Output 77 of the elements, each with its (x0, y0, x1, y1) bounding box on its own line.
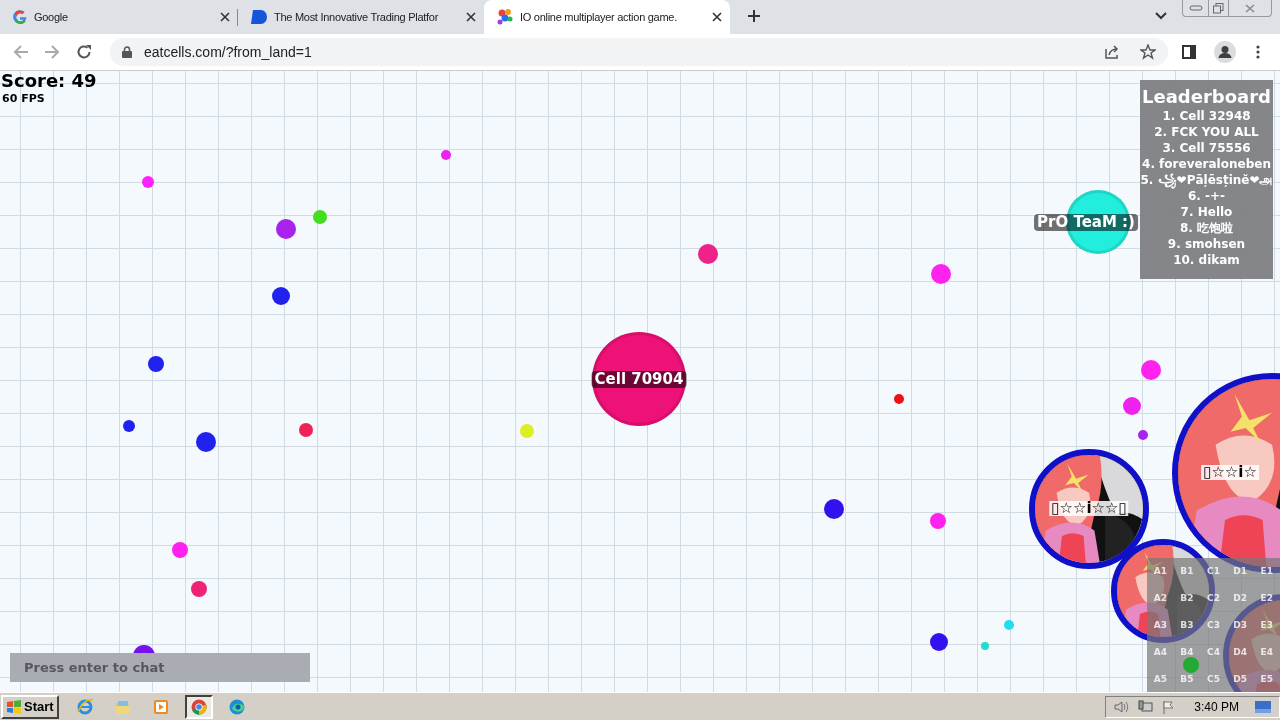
tab-title: IO online multiplayer action game. (520, 9, 678, 25)
minimap-label: B4 (1180, 645, 1194, 659)
leaderboard-title: Leaderboard (1142, 86, 1271, 108)
minimap-label: E2 (1260, 591, 1273, 605)
leaderboard-entry: 7. Hello (1180, 204, 1233, 220)
favicon (12, 9, 28, 25)
minimap-label: A2 (1153, 591, 1167, 605)
address-bar[interactable]: eatcells.com/?from_land=1 (110, 38, 1168, 66)
minimap-label: B3 (1180, 618, 1194, 632)
minimap-label: B2 (1180, 591, 1194, 605)
clock-text: 3:40 PM (1194, 698, 1239, 716)
chevron-down-icon[interactable] (1155, 12, 1167, 20)
close-icon[interactable] (712, 12, 722, 22)
cell-name: Cell 70904 (591, 371, 687, 388)
menu-icon[interactable] (1256, 45, 1260, 59)
back-arrow-icon[interactable] (13, 44, 29, 60)
desktop-icon[interactable] (1255, 699, 1271, 714)
score-text: Score: 49 (1, 72, 97, 90)
minimap-label: D5 (1233, 672, 1247, 686)
start-button[interactable]: Start (1, 694, 59, 719)
windows-logo-icon (6, 699, 22, 714)
leaderboard-entry: 2. FCK YOU ALL (1154, 124, 1259, 140)
minimize-icon (1188, 5, 1203, 11)
browser-tab[interactable]: The Most Innovative Trading Platfor (238, 0, 484, 34)
minimap-label: B5 (1180, 672, 1194, 686)
minimap-label: E5 (1260, 672, 1273, 686)
leaderboard-entry: 9. smohsen (1167, 236, 1246, 252)
media-player-icon (151, 697, 170, 716)
leaderboard-entry: 4. foreveraloneben (1142, 156, 1271, 172)
minimap-label: E1 (1260, 564, 1273, 578)
favicon (250, 9, 268, 25)
close-icon (1245, 3, 1255, 13)
leaderboard-entry: 3. Cell 75556 (1162, 140, 1251, 156)
leaderboard-entry: 1. Cell 32948 (1162, 108, 1251, 124)
network-icon[interactable] (1138, 699, 1155, 714)
share-icon[interactable] (1104, 44, 1120, 60)
taskbar-app-button[interactable] (184, 694, 213, 719)
leaderboard-entry: 10. dikam (1173, 252, 1240, 268)
minimap-label: C5 (1207, 672, 1220, 686)
edge-icon (227, 697, 246, 716)
minimap-label: E3 (1260, 618, 1273, 632)
browser-tab[interactable]: Google (0, 0, 238, 34)
url-text: eatcells.com/?from_land=1 (144, 42, 313, 62)
minimap-label: A4 (1153, 645, 1167, 659)
minimap-label: C4 (1207, 645, 1220, 659)
leaderboard-entry: 6. -+- (1187, 189, 1226, 204)
minimap-label: C2 (1207, 591, 1220, 605)
minimap-label: D4 (1233, 645, 1247, 659)
minimap-label: A1 (1153, 564, 1167, 578)
favicon (496, 8, 514, 26)
plus-icon (747, 9, 761, 23)
tab-title: Google (34, 9, 69, 25)
leaderboard-entry: 8. 吃饱啦 (1179, 220, 1234, 236)
profile-avatar-icon[interactable] (1214, 41, 1236, 63)
minimap-label: D1 (1233, 564, 1247, 578)
side-panel-icon[interactable] (1182, 45, 1196, 59)
minimap-label: A3 (1153, 618, 1167, 632)
speaker-icon[interactable] (1114, 699, 1131, 714)
close-icon[interactable] (466, 12, 476, 22)
leaderboard-entry: 5. ꧁❤Pāļēsținĕ❤அ (1140, 172, 1273, 188)
close-icon[interactable] (220, 12, 230, 22)
minimap-label: B1 (1180, 564, 1194, 578)
lock-icon (122, 46, 132, 58)
chrome-icon (189, 697, 208, 716)
minimap-label: D2 (1233, 591, 1247, 605)
tab-title: The Most Innovative Trading Platfor (274, 9, 440, 25)
browser-tab[interactable]: IO online multiplayer action game. (484, 0, 730, 34)
ie-icon (75, 697, 94, 716)
minimap-label: C3 (1207, 618, 1220, 632)
cell-name: ▯☆☆i☆☆▯ (1049, 501, 1129, 516)
minimap-label: E4 (1260, 645, 1273, 659)
fps-counter: 60 FPS (2, 93, 45, 104)
reload-icon[interactable] (76, 44, 92, 60)
minimap-label: A5 (1153, 672, 1167, 686)
star-icon[interactable] (1140, 44, 1156, 60)
forward-arrow-icon[interactable] (44, 44, 60, 60)
chat-input[interactable]: Press enter to chat (10, 653, 310, 682)
